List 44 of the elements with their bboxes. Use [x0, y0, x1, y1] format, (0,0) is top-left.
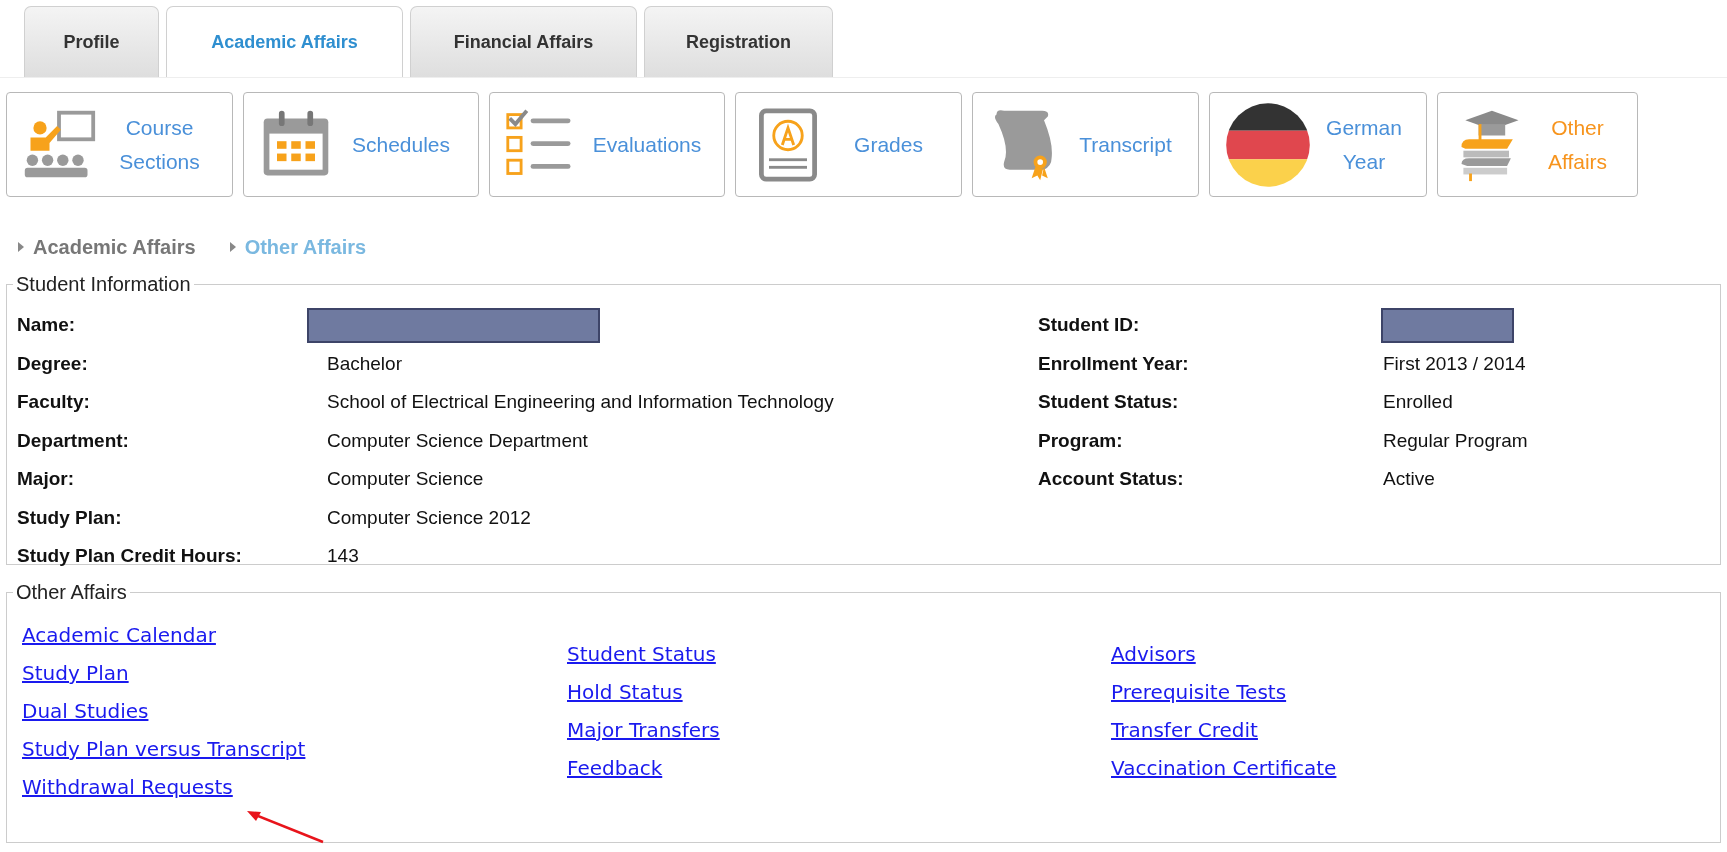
link[interactable]: Academic Calendar: [22, 622, 567, 648]
field-label: Account Status:: [1038, 468, 1185, 491]
field-value: 143: [327, 545, 359, 568]
link[interactable]: Hold Status: [567, 679, 1111, 705]
link[interactable]: Student Status: [567, 641, 1111, 667]
field-label: Department:: [17, 429, 130, 452]
field-value: Regular Program: [1383, 429, 1528, 452]
caret-icon: [18, 242, 24, 252]
field-value: Computer Science: [327, 468, 484, 491]
link[interactable]: Vaccination Certificate: [1111, 755, 1337, 781]
tab[interactable]: Financial Affairs: [410, 6, 637, 77]
link[interactable]: Feedback: [567, 755, 1111, 781]
tab[interactable]: Academic Affairs: [166, 6, 403, 77]
link[interactable]: Withdrawal Requests: [22, 774, 567, 800]
link[interactable]: Prerequisite Tests: [1111, 679, 1337, 705]
link[interactable]: Transfer Credit: [1111, 717, 1337, 743]
field-value: Active: [1383, 468, 1435, 491]
field-label: Faculty:: [17, 391, 91, 414]
link[interactable]: Advisors: [1111, 641, 1337, 667]
field-value: First 2013 / 2014: [1383, 352, 1526, 375]
panel-title: Other Affairs: [15, 581, 128, 604]
tab[interactable]: Registration: [644, 6, 833, 77]
field-label: Name:: [17, 314, 77, 337]
field-value: School of Electrical Engineering and Information Technology: [327, 391, 834, 414]
link[interactable]: Major Transfers: [567, 717, 1111, 743]
field-label: Enrollment Year:: [1038, 352, 1190, 375]
field-label: Study Plan:: [17, 506, 123, 529]
breadcrumb-link[interactable]: Academic Affairs: [18, 233, 196, 261]
field-label: Degree:: [17, 352, 89, 375]
field-label: Major:: [17, 468, 75, 491]
field-value: Bachelor: [327, 352, 402, 375]
field-label: Student ID:: [1038, 314, 1141, 337]
link[interactable]: Study Plan versus Transcript: [22, 736, 567, 762]
field-value: Computer Science Department: [327, 429, 588, 452]
field-label: Student Status:: [1038, 391, 1180, 414]
link[interactable]: Study Plan: [22, 660, 567, 686]
link[interactable]: Dual Studies: [22, 698, 567, 724]
field-label: Study Plan Credit Hours:: [17, 545, 243, 568]
field-label: Program:: [1038, 429, 1124, 452]
caret-icon: [229, 242, 236, 252]
tab[interactable]: Profile: [24, 6, 159, 77]
field-value: Computer Science 2012: [327, 506, 531, 529]
field-value: Enrolled: [1383, 391, 1453, 414]
panel-title: Student Information: [15, 273, 192, 296]
